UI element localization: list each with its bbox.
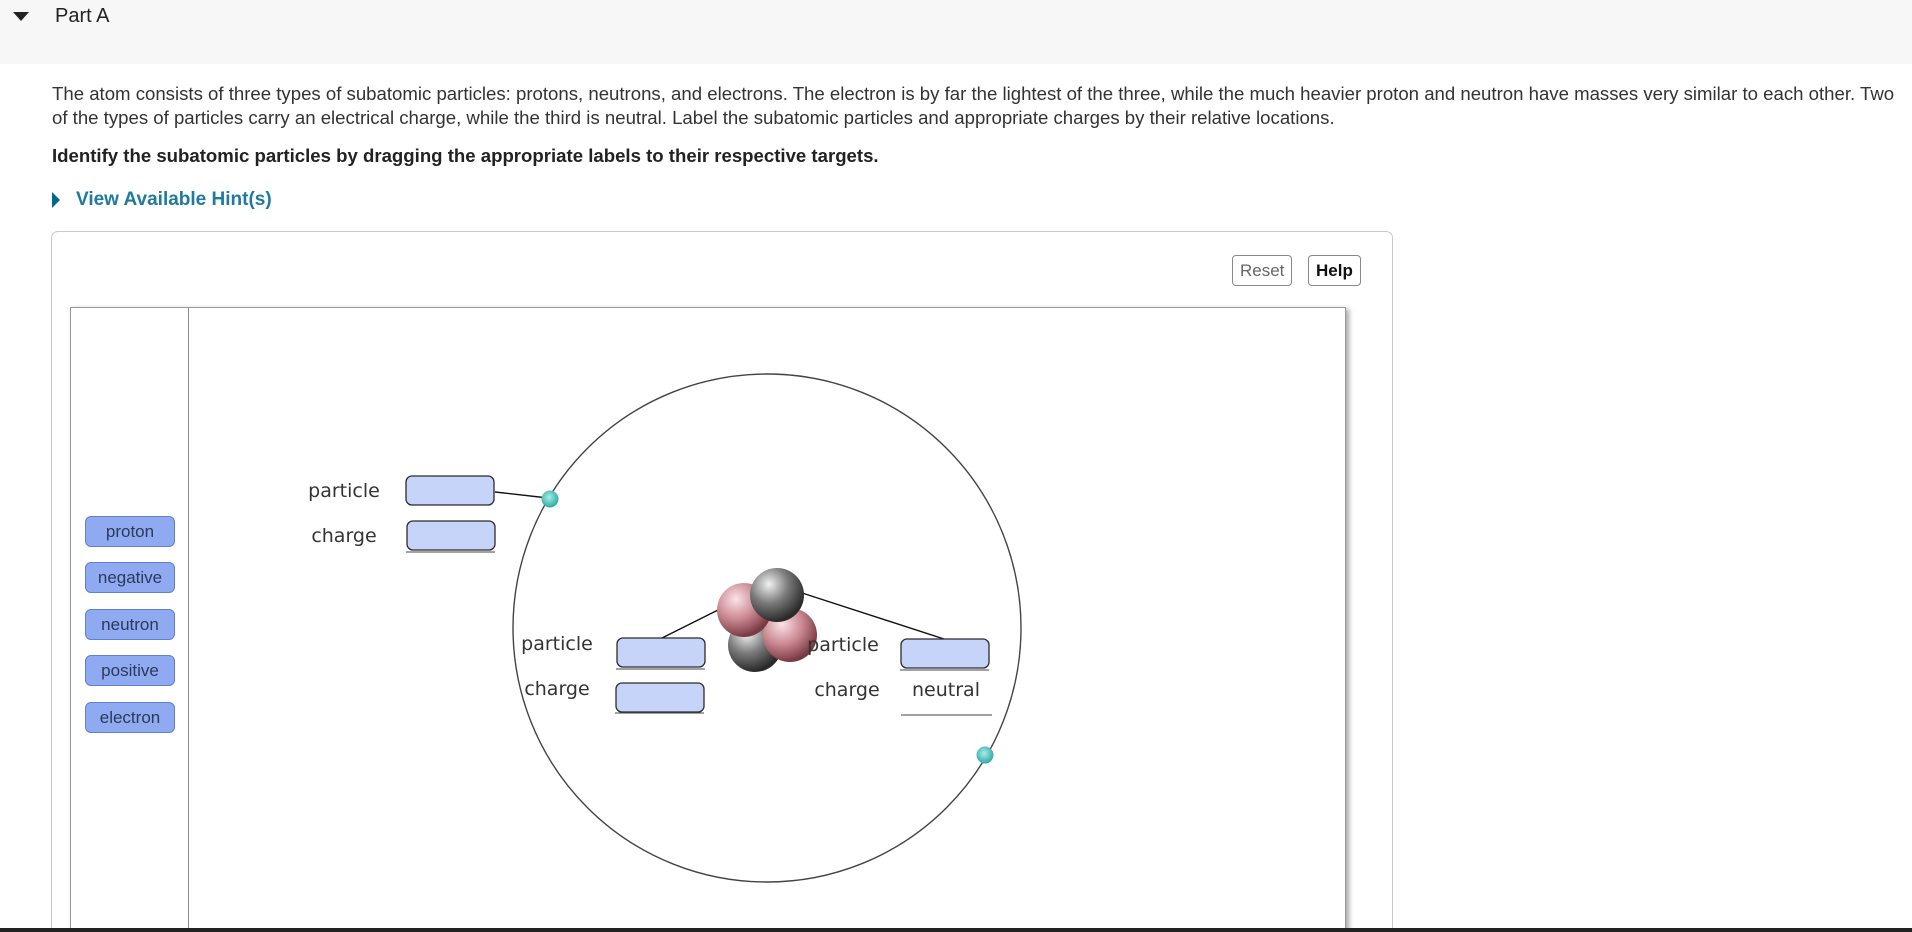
electron-dot (976, 746, 994, 764)
question-instruction: Identify the subatomic particles by drag… (52, 145, 879, 166)
leader-line-electron (494, 491, 549, 499)
leader-line-right-nucleon (795, 590, 945, 640)
target-label-particle: particle (807, 634, 879, 656)
drop-target-right-nucleon-particle[interactable] (900, 638, 990, 669)
drop-target-electron-particle[interactable] (405, 475, 495, 506)
electron-dot (541, 490, 559, 508)
target-label-particle: particle (308, 480, 380, 502)
neutron-sphere (750, 568, 804, 622)
diagram-canvas: proton negative neutron positive electro… (70, 307, 1346, 932)
placed-charge-neutral: neutral (912, 679, 980, 701)
reset-button[interactable]: Reset (1232, 255, 1293, 286)
target-label-charge: charge (311, 525, 376, 547)
question-intro: The atom consists of three types of suba… (52, 83, 1895, 128)
part-title: Part A (55, 5, 110, 27)
nucleus (717, 568, 817, 672)
atom-diagram: particle charge particle charge particle… (308, 373, 1022, 883)
expand-triangle-icon (52, 192, 60, 208)
window-bottom-edge (0, 928, 1912, 932)
part-header[interactable]: Part A (0, 0, 1912, 64)
collapse-caret-icon[interactable] (13, 12, 29, 21)
target-label-charge: charge (814, 679, 879, 701)
view-hints-label: View Available Hint(s) (76, 189, 272, 210)
drop-target-left-nucleon-charge[interactable] (615, 682, 705, 713)
target-label-particle: particle (521, 633, 593, 655)
view-hints-link[interactable]: View Available Hint(s) (52, 189, 272, 211)
target-label-charge: charge (524, 678, 589, 700)
drop-target-left-nucleon-particle[interactable] (616, 637, 706, 668)
help-button[interactable]: Help (1308, 255, 1361, 286)
drag-drop-panel: Reset Help proton negative neutron posit… (51, 231, 1393, 932)
drop-target-electron-charge[interactable] (406, 520, 496, 551)
